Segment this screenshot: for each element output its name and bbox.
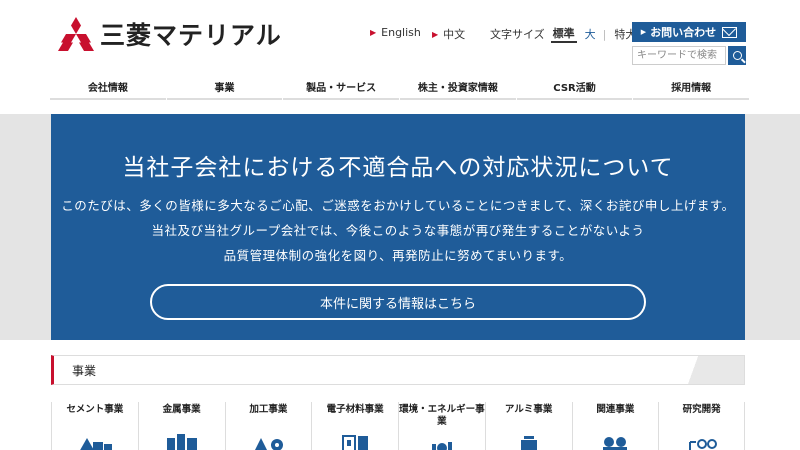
font-size-large[interactable]: 大 <box>583 26 598 42</box>
lang-english-label: English <box>381 26 421 39</box>
lang-chinese-label: 中文 <box>443 28 466 41</box>
three-diamonds-icon <box>58 17 94 51</box>
site-header: 三菱マテリアル ▶ English ▶ 中文 文字サイズ 標準 大 | 特大 ▶… <box>0 0 800 70</box>
hero-text-line: このたびは、多くの皆様に多大なるご心配、ご迷惑をおかけしていることにつきまして、… <box>61 198 735 213</box>
business-item-processing[interactable]: 加工事業 <box>224 402 312 450</box>
leaf-icon <box>431 442 452 450</box>
font-size-standard[interactable]: 標準 <box>550 25 577 43</box>
search-button[interactable] <box>728 46 746 65</box>
triangle-right-icon: ▶ <box>432 29 439 39</box>
nav-item-business[interactable]: 事業 <box>166 74 283 100</box>
business-item-related[interactable]: 関連事業 <box>571 402 659 450</box>
logo-text: 三菱マテリアル <box>100 21 282 50</box>
section-heading: 事業 <box>51 355 745 385</box>
business-label: 電子材料事業 <box>326 404 384 415</box>
search-icon <box>732 51 742 60</box>
business-item-environment[interactable]: 環境・エネルギー事業 <box>398 402 485 450</box>
font-size-selector: 文字サイズ 標準 大 | 特大 <box>490 25 638 43</box>
business-label: 環境・エネルギー事業 <box>399 404 485 427</box>
search-input[interactable] <box>632 46 726 65</box>
business-label: セメント事業 <box>66 404 124 415</box>
business-label: 金属事業 <box>162 404 201 415</box>
lang-chinese-link[interactable]: ▶ 中文 <box>432 26 465 42</box>
can-icon <box>520 436 537 450</box>
nav-item-company[interactable]: 会社情報 <box>50 74 166 100</box>
business-label: 関連事業 <box>596 404 635 415</box>
lang-english-link[interactable]: ▶ English <box>370 26 421 39</box>
business-list: セメント事業 金属事業 加工事業 電子材料事業 環境・エネルギー事業 アルミ事業… <box>51 402 745 450</box>
contact-label: お問い合わせ <box>650 26 717 39</box>
business-label: アルミ事業 <box>504 404 553 415</box>
hero-banner: 当社子会社における不適合品への対応状況について このたびは、多くの皆様に多大なる… <box>51 114 745 340</box>
business-item-research[interactable]: 研究開発 <box>658 402 745 450</box>
hero-info-button[interactable]: 本件に関する情報はこちら <box>150 284 646 320</box>
nav-item-recruit[interactable]: 採用情報 <box>633 74 750 100</box>
business-item-electronic[interactable]: 電子材料事業 <box>311 402 398 450</box>
molecule-icon <box>688 439 717 450</box>
mail-icon <box>722 26 738 38</box>
main-nav: 会社情報 事業 製品・サービス 株主・投資家情報 CSR活動 採用情報 <box>50 74 750 100</box>
hero-text-line: 品質管理体制の強化を図り、再発防止に努めてまいります。 <box>223 248 573 263</box>
chip-icon <box>342 435 369 450</box>
nav-item-csr[interactable]: CSR活動 <box>516 74 633 100</box>
triangle-right-icon: ▶ <box>640 28 647 36</box>
business-item-aluminum[interactable]: アルミ事業 <box>484 402 572 450</box>
business-item-cement[interactable]: セメント事業 <box>51 402 138 450</box>
business-item-metals[interactable]: 金属事業 <box>137 402 225 450</box>
nav-item-products[interactable]: 製品・サービス <box>283 74 400 100</box>
font-size-label: 文字サイズ <box>490 28 545 41</box>
gear-icon <box>255 438 284 450</box>
hero-title: 当社子会社における不適合品への対応状況について <box>122 155 674 181</box>
contact-button[interactable]: ▶ お問い合わせ <box>632 22 746 42</box>
cement-truck-icon <box>80 438 112 450</box>
nav-item-investors[interactable]: 株主・投資家情報 <box>400 74 516 100</box>
people-icon <box>603 437 628 450</box>
hero-text-line: 当社及び当社グループ会社では、今後このような事態が再び発生することがないよう <box>151 223 645 238</box>
search-box <box>632 46 746 65</box>
business-label: 加工事業 <box>249 404 288 415</box>
metal-ingots-icon <box>166 434 197 450</box>
logo[interactable]: 三菱マテリアル <box>58 16 282 52</box>
business-label: 研究開発 <box>682 404 721 415</box>
triangle-right-icon: ▶ <box>370 28 377 37</box>
divider: | <box>602 27 607 41</box>
